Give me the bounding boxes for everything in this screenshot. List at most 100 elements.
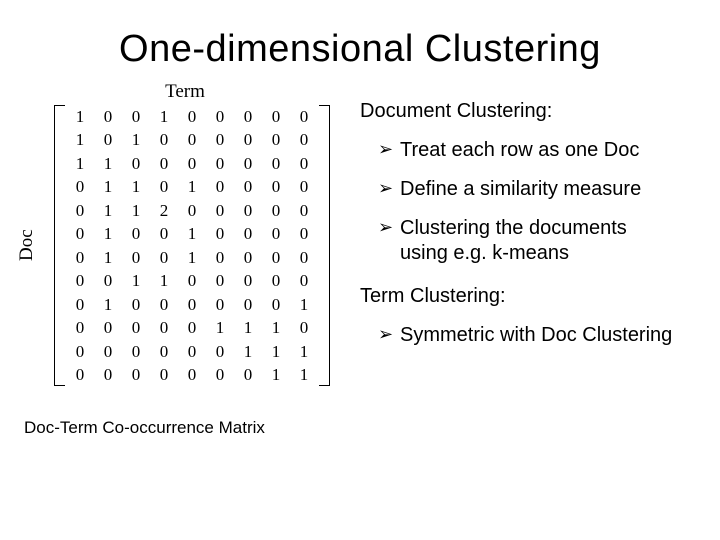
table-row: 011200000 xyxy=(66,199,318,222)
matrix-cell: 0 xyxy=(206,340,234,363)
section-heading: Document Clustering: xyxy=(360,99,680,124)
matrix-cell: 0 xyxy=(94,105,122,128)
matrix-cell: 1 xyxy=(94,175,122,198)
matrix-cell: 0 xyxy=(262,175,290,198)
matrix-cell: 0 xyxy=(66,222,94,245)
matrix-cell: 0 xyxy=(206,175,234,198)
matrix-cell: 0 xyxy=(262,199,290,222)
matrix-cell: 0 xyxy=(122,222,150,245)
matrix-cell: 0 xyxy=(122,152,150,175)
bullet-item: ➢Clustering the documents using e.g. k-m… xyxy=(360,216,680,266)
matrix-cell: 0 xyxy=(290,152,318,175)
matrix-cell: 0 xyxy=(290,269,318,292)
matrix-cell: 0 xyxy=(122,105,150,128)
matrix-cell: 1 xyxy=(290,293,318,316)
matrix-cell: 0 xyxy=(262,246,290,269)
bullet-list: ➢Treat each row as one Doc➢Define a simi… xyxy=(360,138,680,266)
matrix-cell: 0 xyxy=(290,246,318,269)
matrix-cell: 0 xyxy=(178,105,206,128)
table-row: 000000111 xyxy=(66,340,318,363)
bullet-list: ➢ Symmetric with Doc Clustering xyxy=(360,323,680,348)
slide-content: Term Doc 1001000001010000001100000000110… xyxy=(40,81,680,438)
matrix-cell: 1 xyxy=(290,340,318,363)
table-row: 000000011 xyxy=(66,363,318,386)
matrix-cell: 1 xyxy=(178,246,206,269)
matrix-cell: 0 xyxy=(94,128,122,151)
matrix-caption: Doc-Term Co-occurrence Matrix xyxy=(24,418,340,438)
matrix-cell: 1 xyxy=(122,199,150,222)
matrix-cell: 0 xyxy=(206,269,234,292)
matrix-cell: 0 xyxy=(234,269,262,292)
matrix-cell: 1 xyxy=(94,222,122,245)
matrix-cell: 0 xyxy=(290,222,318,245)
matrix-cell: 0 xyxy=(234,199,262,222)
matrix-cell: 0 xyxy=(262,222,290,245)
matrix-cell: 0 xyxy=(234,293,262,316)
matrix-cell: 0 xyxy=(150,340,178,363)
matrix-cell: 0 xyxy=(122,363,150,386)
matrix-cell: 1 xyxy=(94,293,122,316)
bullet-arrow-icon: ➢ xyxy=(378,140,393,158)
bullet-text: Symmetric with Doc Clustering xyxy=(400,324,672,346)
matrix-cell: 1 xyxy=(178,175,206,198)
matrix-cell: 1 xyxy=(122,175,150,198)
table-row: 001100000 xyxy=(66,269,318,292)
table-row: 010000001 xyxy=(66,293,318,316)
matrix-cell: 1 xyxy=(290,363,318,386)
matrix-cell: 0 xyxy=(66,340,94,363)
section-heading: Term Clustering: xyxy=(360,284,680,309)
matrix-cell: 0 xyxy=(206,199,234,222)
matrix-cell: 1 xyxy=(66,152,94,175)
matrix-cell: 1 xyxy=(234,340,262,363)
matrix-cell: 0 xyxy=(150,293,178,316)
matrix-cell: 0 xyxy=(234,222,262,245)
matrix-cell: 0 xyxy=(262,293,290,316)
matrix-cell: 0 xyxy=(178,316,206,339)
matrix-cell: 1 xyxy=(122,269,150,292)
matrix-block: Term Doc 1001000001010000001100000000110… xyxy=(30,81,340,438)
matrix-cell: 1 xyxy=(262,340,290,363)
table-row: 101000000 xyxy=(66,128,318,151)
matrix-cell: 0 xyxy=(206,222,234,245)
matrix-cell: 0 xyxy=(122,293,150,316)
matrix-wrap: 1001000001010000001100000000110100000112… xyxy=(58,105,326,386)
matrix-cell: 0 xyxy=(150,316,178,339)
matrix-cell: 1 xyxy=(262,316,290,339)
matrix-cell: 0 xyxy=(206,128,234,151)
bullet-text: Clustering the documents using e.g. k-me… xyxy=(400,217,627,264)
matrix-cell: 0 xyxy=(66,363,94,386)
table-row: 011010000 xyxy=(66,175,318,198)
table-row: 100100000 xyxy=(66,105,318,128)
matrix-cell: 0 xyxy=(178,269,206,292)
matrix-cell: 0 xyxy=(290,316,318,339)
matrix-cell: 0 xyxy=(234,105,262,128)
matrix-table: 1001000001010000001100000000110100000112… xyxy=(66,105,318,386)
matrix-cell: 1 xyxy=(150,105,178,128)
matrix-cell: 0 xyxy=(290,175,318,198)
matrix-cell: 0 xyxy=(206,152,234,175)
matrix-cell: 0 xyxy=(234,363,262,386)
matrix-cell: 0 xyxy=(290,128,318,151)
matrix-cell: 0 xyxy=(178,128,206,151)
bullet-text: Define a similarity measure xyxy=(400,178,641,200)
matrix-cell: 0 xyxy=(234,175,262,198)
matrix-cell: 1 xyxy=(234,316,262,339)
matrix-cell: 0 xyxy=(206,293,234,316)
bullet-arrow-icon: ➢ xyxy=(378,325,393,343)
matrix-cell: 1 xyxy=(66,105,94,128)
matrix-cell: 0 xyxy=(66,199,94,222)
table-row: 000001110 xyxy=(66,316,318,339)
matrix-cell: 0 xyxy=(150,128,178,151)
matrix-row-label: Doc xyxy=(16,229,38,261)
matrix-cell: 2 xyxy=(150,199,178,222)
matrix-cell: 0 xyxy=(178,199,206,222)
matrix-cell: 0 xyxy=(206,363,234,386)
matrix-cell: 1 xyxy=(178,222,206,245)
matrix-cell: 0 xyxy=(150,222,178,245)
matrix-cell: 0 xyxy=(178,152,206,175)
table-row: 010010000 xyxy=(66,222,318,245)
matrix-cell: 0 xyxy=(290,105,318,128)
matrix-cell: 1 xyxy=(122,128,150,151)
matrix-cell: 0 xyxy=(206,246,234,269)
matrix-cell: 0 xyxy=(150,152,178,175)
